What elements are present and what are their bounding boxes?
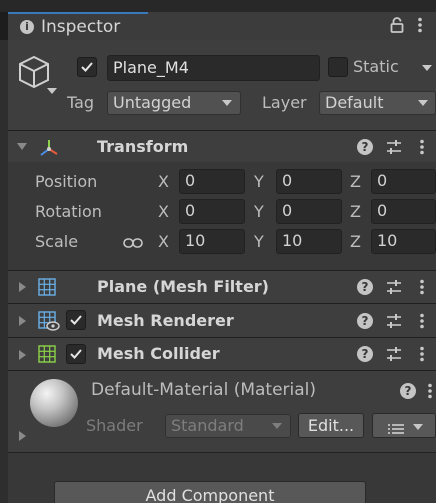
scale-x-axis[interactable]: X <box>158 232 169 251</box>
preset-sliders-icon[interactable] <box>386 346 402 366</box>
mesh-renderer-title: Mesh Renderer <box>97 311 234 330</box>
kebab-menu-icon[interactable] <box>417 17 423 37</box>
rotation-y-field[interactable]: 0 <box>276 199 342 224</box>
add-component-label: Add Component <box>145 486 275 503</box>
shader-value: Standard <box>171 416 244 435</box>
mesh-filter-title: Plane (Mesh Filter) <box>97 277 269 296</box>
tab-label: Inspector <box>41 17 121 37</box>
rotation-z-axis[interactable]: Z <box>350 202 361 221</box>
mesh-collider-title: Mesh Collider <box>97 344 220 363</box>
scale-y-axis[interactable]: Y <box>254 232 264 251</box>
shader-list-button[interactable] <box>372 413 436 438</box>
help-icon[interactable]: ? <box>357 279 373 295</box>
icon-dropdown-caret[interactable] <box>47 88 57 94</box>
mesh-filter-icon <box>38 278 56 300</box>
transform-title: Transform <box>97 137 189 156</box>
add-component-button[interactable]: Add Component <box>54 481 366 503</box>
mesh-filter-foldout[interactable] <box>19 282 26 292</box>
help-icon[interactable]: ? <box>357 346 373 362</box>
mesh-collider-header[interactable]: Mesh Collider ? <box>8 337 436 370</box>
scale-z-axis[interactable]: Z <box>350 232 361 251</box>
shader-label: Shader <box>86 416 143 435</box>
tag-value: Untagged <box>113 93 192 112</box>
static-toggle[interactable] <box>328 57 348 77</box>
transform-header[interactable]: Transform ? <box>8 130 436 162</box>
active-toggle[interactable] <box>77 57 97 77</box>
rotation-x-field[interactable]: 0 <box>179 199 245 224</box>
help-icon[interactable]: ? <box>357 313 373 329</box>
list-icon <box>388 420 404 439</box>
layer-caret <box>418 100 428 106</box>
info-icon: i <box>20 20 34 34</box>
tag-caret <box>222 100 232 106</box>
rotation-z-field[interactable]: 0 <box>371 199 436 224</box>
material-menu-icon[interactable] <box>427 383 433 403</box>
tag-label: Tag <box>67 93 95 112</box>
static-dropdown-caret[interactable] <box>422 65 432 71</box>
position-z-field[interactable]: 0 <box>371 169 436 194</box>
list-caret <box>413 424 423 430</box>
rotation-x-axis[interactable]: X <box>158 202 169 221</box>
transform-icon <box>38 138 60 162</box>
position-x-field[interactable]: 0 <box>179 169 245 194</box>
rotation-y-axis[interactable]: Y <box>254 202 264 221</box>
mesh-filter-header[interactable]: Plane (Mesh Filter) ? <box>8 270 436 303</box>
scale-label: Scale <box>35 232 79 251</box>
position-x-axis[interactable]: X <box>158 172 169 191</box>
mesh-renderer-foldout[interactable] <box>19 316 26 326</box>
left-gutter <box>0 40 8 503</box>
mesh-renderer-enabled-toggle[interactable] <box>66 310 86 330</box>
component-menu-icon[interactable] <box>419 279 425 299</box>
scale-y-field[interactable]: 10 <box>276 229 342 254</box>
material-preview-sphere[interactable] <box>30 379 78 427</box>
component-menu-icon[interactable] <box>419 139 425 159</box>
position-y-axis[interactable]: Y <box>254 172 264 191</box>
preset-sliders-icon[interactable] <box>386 313 402 333</box>
scale-z-field[interactable]: 10 <box>371 229 436 254</box>
help-icon[interactable]: ? <box>400 383 416 399</box>
transform-foldout[interactable] <box>17 143 27 150</box>
rotation-label: Rotation <box>35 202 102 221</box>
tab-bar: i Inspector <box>0 0 436 40</box>
position-y-field[interactable]: 0 <box>276 169 342 194</box>
preset-sliders-icon[interactable] <box>386 139 402 159</box>
shader-caret <box>272 423 282 429</box>
position-label: Position <box>35 172 98 191</box>
layer-value: Default <box>325 93 384 112</box>
mesh-renderer-header[interactable]: Mesh Renderer ? <box>8 303 436 337</box>
material-section: Default-Material (Material) ? Shader Sta… <box>8 370 436 452</box>
material-title: Default-Material (Material) <box>91 380 317 400</box>
mesh-collider-foldout[interactable] <box>19 350 26 360</box>
edit-shader-button[interactable]: Edit... <box>298 413 364 438</box>
mesh-renderer-icon <box>38 311 60 335</box>
layer-label: Layer <box>262 93 307 112</box>
lock-icon[interactable] <box>390 17 404 37</box>
layer-dropdown[interactable]: Default <box>319 91 436 115</box>
tab-left-edge <box>0 12 8 40</box>
transform-body: Position X 0 Y 0 Z 0 Rotation X 0 Y 0 Z … <box>8 162 436 270</box>
mesh-collider-enabled-toggle[interactable] <box>66 344 86 364</box>
link-icon[interactable] <box>123 234 143 253</box>
help-icon[interactable]: ? <box>357 139 373 155</box>
section-divider <box>8 452 436 453</box>
scale-x-field[interactable]: 10 <box>179 229 245 254</box>
edit-shader-label: Edit... <box>307 416 355 435</box>
name-field[interactable]: Plane_M4 <box>107 55 320 81</box>
position-z-axis[interactable]: Z <box>350 172 361 191</box>
static-label: Static <box>353 57 399 76</box>
material-foldout[interactable] <box>19 431 26 441</box>
gameobject-header: Plane_M4 Static Tag Untagged Layer Defau… <box>8 40 436 130</box>
mesh-collider-icon <box>38 345 56 367</box>
component-menu-icon[interactable] <box>419 313 425 333</box>
shader-dropdown[interactable]: Standard <box>165 414 291 438</box>
preset-sliders-icon[interactable] <box>386 279 402 299</box>
tab-inspector[interactable]: i Inspector <box>8 12 148 40</box>
tag-dropdown[interactable]: Untagged <box>107 91 241 115</box>
component-menu-icon[interactable] <box>419 346 425 366</box>
